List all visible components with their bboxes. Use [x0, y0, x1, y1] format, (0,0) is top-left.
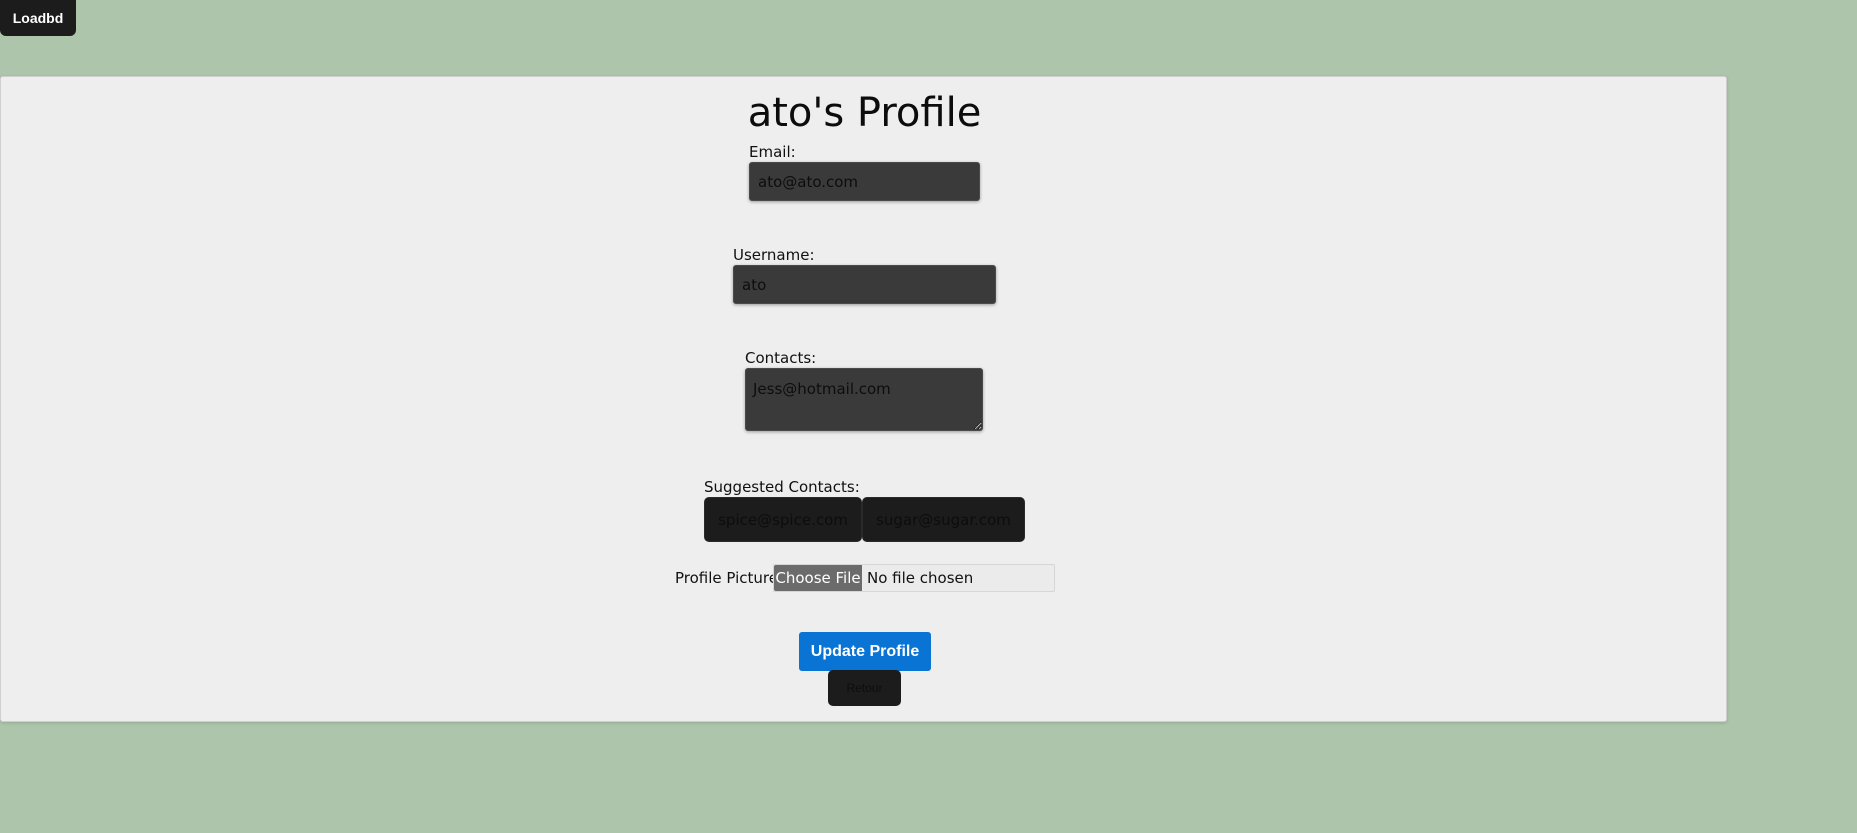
choose-file-button[interactable]: Choose File	[774, 565, 862, 591]
profile-picture-label: Profile Picture:	[675, 569, 784, 587]
profile-card: ato's Profile Email: Username: Contacts:…	[0, 76, 1727, 722]
contacts-textarea[interactable]: Jess@hotmail.com	[745, 368, 983, 431]
update-profile-button[interactable]: Update Profile	[799, 632, 931, 671]
email-label: Email:	[749, 143, 796, 161]
loadbd-button[interactable]: Loadbd	[0, 0, 76, 36]
suggested-contacts-label: Suggested Contacts:	[704, 478, 860, 496]
page: Loadbd ato's Profile Email: Username: Co…	[0, 0, 1857, 833]
username-field[interactable]	[733, 265, 996, 304]
suggested-contact-chip[interactable]: sugar@sugar.com	[862, 497, 1025, 542]
username-label: Username:	[733, 246, 815, 264]
contacts-label: Contacts:	[745, 349, 817, 367]
retour-button[interactable]: Retour	[828, 670, 901, 706]
file-status-text: No file chosen	[867, 569, 974, 587]
suggested-contact-chip[interactable]: spice@spice.com	[704, 497, 862, 542]
email-field[interactable]	[749, 162, 980, 201]
profile-picture-input[interactable]: Choose File No file chosen	[773, 564, 1055, 592]
page-title: ato's Profile	[747, 90, 982, 136]
